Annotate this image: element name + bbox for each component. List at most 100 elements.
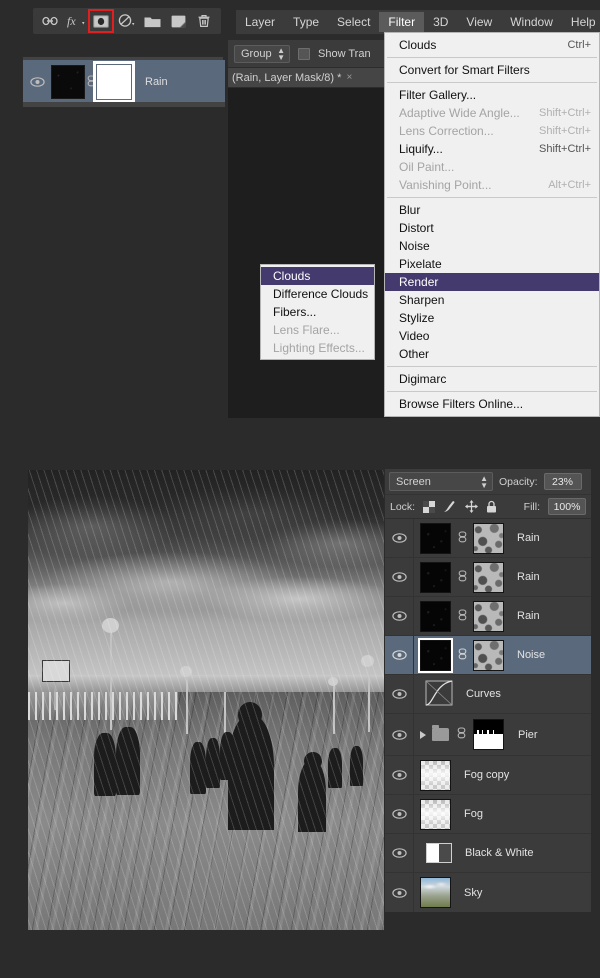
- lock-all-icon[interactable]: [486, 500, 497, 513]
- blend-mode-select[interactable]: Screen ▲▼: [389, 472, 493, 491]
- lock-position-icon[interactable]: [465, 500, 478, 513]
- eye-icon[interactable]: [392, 848, 407, 858]
- menu-filter[interactable]: Filter: [379, 12, 424, 32]
- layer-style-fx-icon[interactable]: fx: [66, 11, 86, 31]
- mask-link-icon[interactable]: [455, 727, 467, 742]
- layer-visibility-toggle[interactable]: [385, 770, 413, 780]
- new-group-icon[interactable]: [143, 11, 163, 31]
- menu-3d[interactable]: 3D: [424, 12, 457, 32]
- link-layers-icon[interactable]: [40, 11, 60, 31]
- layer-visibility-toggle[interactable]: [385, 888, 413, 898]
- curves-adjustment-icon[interactable]: [425, 680, 453, 708]
- submenu-item-clouds[interactable]: Clouds: [261, 267, 374, 285]
- eye-icon[interactable]: [392, 689, 407, 699]
- menu-item-browse-filters-online[interactable]: Browse Filters Online...: [385, 395, 599, 413]
- menu-select[interactable]: Select: [328, 12, 379, 32]
- menu-item-blur[interactable]: Blur: [385, 201, 599, 219]
- menu-item-liquify[interactable]: Liquify... Shift+Ctrl+: [385, 140, 599, 158]
- layer-visibility-toggle[interactable]: [385, 848, 413, 858]
- layer-thumbnail[interactable]: [420, 562, 451, 593]
- menu-item-distort[interactable]: Distort: [385, 219, 599, 237]
- mask-link-icon[interactable]: [456, 570, 468, 585]
- layer-row-noise[interactable]: Noise: [385, 636, 591, 675]
- eye-icon[interactable]: [392, 572, 407, 582]
- menu-item-digimarc[interactable]: Digimarc: [385, 370, 599, 388]
- layer-thumbnail[interactable]: [420, 760, 451, 791]
- layer-row-pier-group[interactable]: Pier: [385, 714, 591, 756]
- menu-view[interactable]: View: [457, 12, 501, 32]
- layer-mask-thumbnail[interactable]: [473, 523, 504, 554]
- layer-visibility-toggle[interactable]: [385, 533, 413, 543]
- show-transform-checkbox[interactable]: [298, 48, 310, 60]
- menu-layer[interactable]: Layer: [236, 12, 284, 32]
- mask-link-icon[interactable]: [456, 609, 468, 624]
- submenu-item-fibers[interactable]: Fibers...: [261, 303, 374, 321]
- menu-item-convert-for-smart-filters[interactable]: Convert for Smart Filters: [385, 61, 599, 79]
- document-tab[interactable]: (Rain, Layer Mask/8) * ×: [228, 68, 390, 88]
- layer-thumbnail[interactable]: [51, 65, 85, 99]
- layer-visibility-toggle[interactable]: [385, 809, 413, 819]
- menu-item-sharpen[interactable]: Sharpen: [385, 291, 599, 309]
- menu-item-stylize[interactable]: Stylize: [385, 309, 599, 327]
- menu-item-noise[interactable]: Noise: [385, 237, 599, 255]
- menu-item-clouds[interactable]: Clouds Ctrl+: [385, 36, 599, 54]
- eye-icon[interactable]: [392, 770, 407, 780]
- adjustment-layer-icon[interactable]: [117, 11, 137, 31]
- layer-row-rain-fragment[interactable]: Rain: [23, 60, 225, 104]
- layer-row-rain-1[interactable]: Rain: [385, 519, 591, 558]
- close-icon[interactable]: ×: [346, 72, 352, 83]
- menu-item-video[interactable]: Video: [385, 327, 599, 345]
- menu-window[interactable]: Window: [501, 12, 562, 32]
- layer-thumbnail[interactable]: [420, 877, 451, 908]
- menu-help[interactable]: Help: [562, 12, 600, 32]
- layer-thumbnail[interactable]: [420, 523, 451, 554]
- eye-icon[interactable]: [392, 809, 407, 819]
- black-and-white-adjustment-icon[interactable]: [426, 843, 452, 863]
- eye-icon[interactable]: [392, 611, 407, 621]
- lock-image-pixels-icon[interactable]: [443, 500, 457, 513]
- layer-mask-thumbnail[interactable]: [473, 640, 504, 671]
- new-layer-icon[interactable]: [168, 11, 188, 31]
- mask-link-icon[interactable]: [456, 648, 468, 663]
- layer-thumbnail[interactable]: [420, 601, 451, 632]
- layer-visibility-toggle[interactable]: [385, 650, 413, 660]
- layer-row-curves[interactable]: Curves: [385, 675, 591, 714]
- eye-icon[interactable]: [30, 77, 45, 87]
- eye-icon[interactable]: [392, 533, 407, 543]
- eye-icon[interactable]: [392, 888, 407, 898]
- opacity-input[interactable]: 23%: [544, 473, 582, 490]
- group-mask-thumbnail[interactable]: [473, 719, 504, 750]
- layer-row-fog-copy[interactable]: Fog copy: [385, 756, 591, 795]
- submenu-item-difference-clouds[interactable]: Difference Clouds: [261, 285, 374, 303]
- layer-row-black-and-white[interactable]: Black & White: [385, 834, 591, 873]
- layer-visibility-toggle[interactable]: [23, 60, 51, 104]
- lock-transparent-pixels-icon[interactable]: [423, 501, 435, 513]
- layer-thumbnail[interactable]: [420, 640, 451, 671]
- layer-row-rain-2[interactable]: Rain: [385, 558, 591, 597]
- image-canvas[interactable]: [28, 470, 384, 930]
- add-layer-mask-icon[interactable]: [91, 11, 111, 31]
- menu-item-other[interactable]: Other: [385, 345, 599, 363]
- eye-icon[interactable]: [392, 650, 407, 660]
- menu-type[interactable]: Type: [284, 12, 328, 32]
- layer-visibility-toggle[interactable]: [385, 611, 413, 621]
- layer-row-fog[interactable]: Fog: [385, 795, 591, 834]
- menu-item-pixelate[interactable]: Pixelate: [385, 255, 599, 273]
- layer-mask-thumbnail[interactable]: [97, 65, 131, 99]
- align-mode-select[interactable]: Group ▲▼: [234, 45, 290, 63]
- expand-group-triangle-icon[interactable]: [420, 731, 426, 739]
- layer-mask-thumbnail[interactable]: [473, 601, 504, 632]
- delete-layer-icon[interactable]: [194, 11, 214, 31]
- menu-item-render[interactable]: Render: [385, 273, 599, 291]
- layer-visibility-toggle[interactable]: [385, 730, 413, 740]
- layer-mask-thumbnail[interactable]: [473, 562, 504, 593]
- layer-row-rain-3[interactable]: Rain: [385, 597, 591, 636]
- layer-row-sky[interactable]: Sky: [385, 873, 591, 912]
- mask-link-icon[interactable]: [456, 531, 468, 546]
- menu-item-filter-gallery[interactable]: Filter Gallery...: [385, 86, 599, 104]
- layer-visibility-toggle[interactable]: [385, 572, 413, 582]
- eye-icon[interactable]: [392, 730, 407, 740]
- layer-thumbnail[interactable]: [420, 799, 451, 830]
- fill-input[interactable]: 100%: [548, 498, 586, 515]
- layer-visibility-toggle[interactable]: [385, 689, 413, 699]
